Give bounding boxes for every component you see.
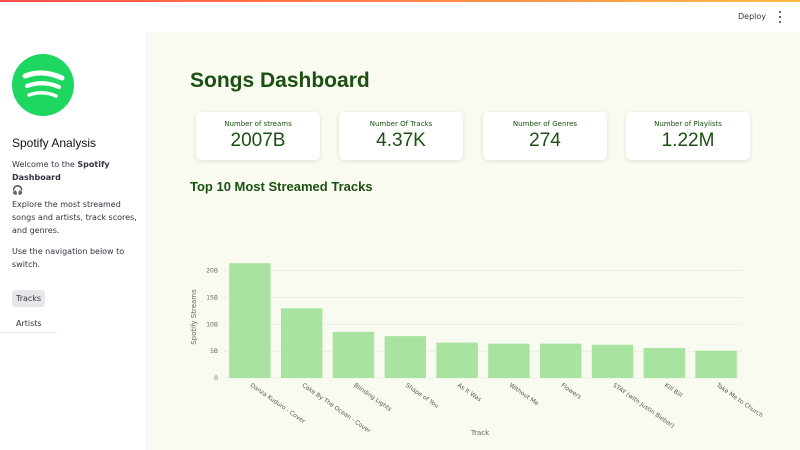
- chart-x-tick-label: Flowers: [560, 382, 583, 401]
- chart-bar[interactable]: [695, 350, 737, 378]
- app-header: Deploy: [0, 2, 800, 32]
- chart-bar[interactable]: [539, 343, 582, 378]
- chart-y-tick-label: 5B: [210, 348, 218, 355]
- chart-y-axis-label: Spotify Streams: [190, 289, 198, 345]
- chart-x-tick-label: Danza Kuduro - Cover: [249, 382, 307, 426]
- chart-x-tick-label: Kill Bill: [663, 382, 684, 399]
- sidebar-item-artists[interactable]: Artists: [12, 315, 46, 332]
- chart-x-tick-label: Without Me: [508, 382, 540, 408]
- chart-bar[interactable]: [488, 343, 530, 378]
- chart-x-tick-label: Take Me to Church: [714, 381, 764, 419]
- chart-bar[interactable]: [280, 308, 323, 378]
- spotify-logo-icon: [12, 54, 74, 116]
- chart-bar[interactable]: [436, 342, 478, 378]
- chart-y-tick-label: 20B: [206, 268, 218, 275]
- chart-bar[interactable]: [591, 344, 634, 378]
- main-menu-icon[interactable]: [778, 11, 782, 23]
- headphones-icon: 🎧: [12, 186, 24, 196]
- chart-bar[interactable]: [384, 336, 427, 378]
- sidebar-app-title: Spotify Analysis: [12, 136, 97, 150]
- chart-bar[interactable]: [643, 347, 686, 378]
- main-content: Songs Dashboard Number of streams 2007B …: [147, 32, 800, 450]
- chart-x-tick-label: As It Was: [456, 382, 483, 404]
- welcome-prefix: Welcome to the: [12, 160, 78, 169]
- sidebar-welcome-text: Welcome to the Spotify Dashboard 🎧 Explo…: [12, 158, 140, 271]
- nav-divider: [0, 332, 57, 333]
- chart-x-tick-label: Blinding Lights: [352, 382, 392, 413]
- sidebar-nav: Tracks Artists: [12, 286, 144, 336]
- sidebar-nav-hint: Use the navigation below to switch.: [12, 247, 125, 269]
- chart-y-tick-label: 0: [214, 375, 218, 382]
- chart-x-axis-label: Track: [470, 429, 490, 437]
- sidebar: Spotify Analysis Welcome to the Spotify …: [0, 32, 147, 450]
- bar-chart: 05B10B15B20B Danza Kuduro - CoverCake By…: [190, 263, 764, 437]
- sidebar-description: Explore the most streamed songs and arti…: [12, 200, 137, 235]
- chart-y-tick-label: 15B: [206, 295, 218, 302]
- chart-bar[interactable]: [332, 331, 375, 378]
- chart-x-tick-label: Shape of You: [404, 382, 440, 410]
- chart-y-tick-label: 10B: [206, 321, 218, 328]
- sidebar-item-tracks[interactable]: Tracks: [12, 290, 46, 307]
- chart-bar[interactable]: [229, 263, 271, 378]
- deploy-button[interactable]: Deploy: [738, 12, 766, 21]
